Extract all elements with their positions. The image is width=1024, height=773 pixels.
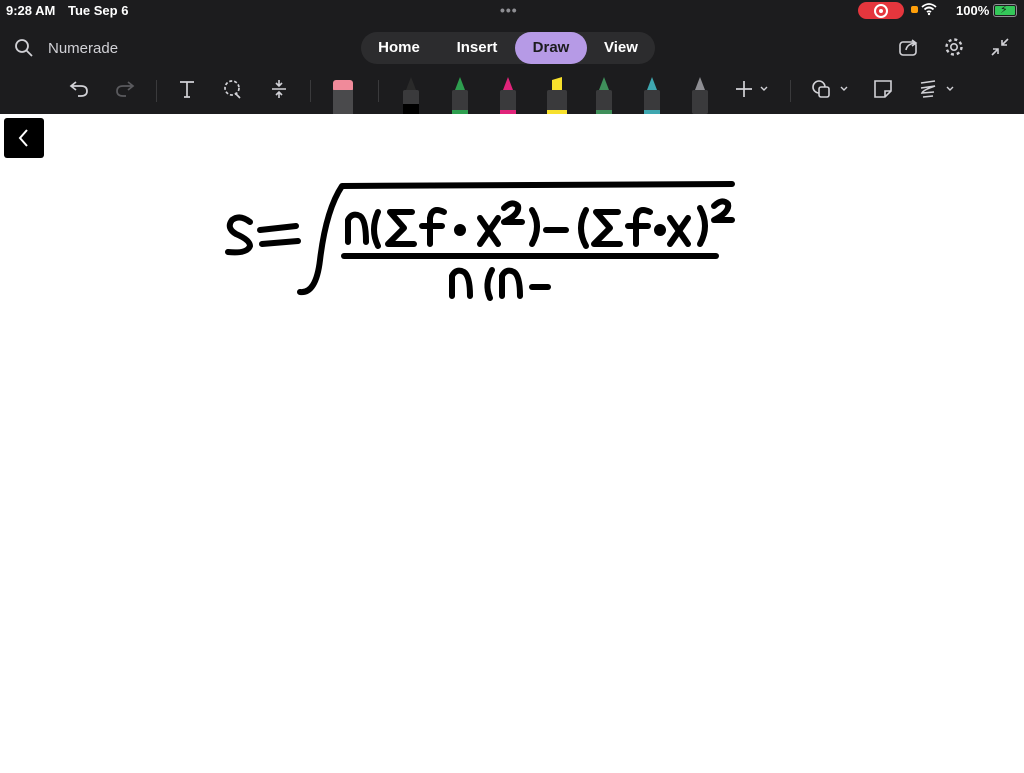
redo-icon[interactable] xyxy=(114,78,136,105)
add-pen-icon[interactable] xyxy=(734,78,770,105)
tab-home[interactable]: Home xyxy=(363,32,435,64)
teal-pen-icon[interactable] xyxy=(641,76,663,119)
ink-paren-open xyxy=(371,209,381,249)
ink-f xyxy=(419,207,447,247)
ink-to-text-icon[interactable] xyxy=(918,78,958,105)
handwritten-formula xyxy=(225,181,735,301)
grey-pen-icon[interactable] xyxy=(689,76,711,119)
ribbon-header: Numerade Home Insert Draw View xyxy=(0,30,1024,66)
status-date: Tue Sep 6 xyxy=(68,3,129,18)
drawing-canvas[interactable] xyxy=(0,114,1024,768)
battery-percent: 100% xyxy=(956,3,990,18)
magenta-pen-icon[interactable] xyxy=(497,76,519,119)
ink-f-2 xyxy=(625,207,653,247)
ink-sigma-2 xyxy=(591,209,623,247)
olive-green-pen-icon[interactable] xyxy=(593,76,615,119)
ink-sigma xyxy=(385,209,417,247)
gear-icon[interactable] xyxy=(943,36,965,63)
ink-equals xyxy=(257,223,301,247)
insert-space-icon[interactable] xyxy=(268,78,290,105)
ink-n xyxy=(345,211,369,245)
notebook-title[interactable]: Numerade xyxy=(48,40,118,57)
yellow-highlighter-icon[interactable] xyxy=(544,76,570,119)
black-pen-icon[interactable] xyxy=(400,76,422,119)
ink-denominator-n xyxy=(449,267,473,299)
lasso-icon[interactable] xyxy=(221,78,243,105)
wifi-icon xyxy=(921,2,937,19)
ink-dot xyxy=(454,224,466,236)
eraser-icon[interactable] xyxy=(332,78,354,119)
text-tool-icon[interactable] xyxy=(176,78,198,105)
ribbon-tabs: Home Insert Draw View xyxy=(361,32,655,64)
ink-denominator-paren xyxy=(484,267,495,301)
search-icon[interactable] xyxy=(14,38,34,63)
undo-icon[interactable] xyxy=(68,78,90,105)
mic-indicator xyxy=(911,6,918,13)
ink-x xyxy=(477,215,501,247)
ink-paren-close xyxy=(529,207,540,247)
ink-superscript-2-b xyxy=(711,198,735,223)
tab-draw[interactable]: Draw xyxy=(515,32,587,64)
battery-icon: ⚡ xyxy=(993,4,1017,17)
collapse-icon[interactable] xyxy=(989,36,1011,63)
green-pen-icon[interactable] xyxy=(449,76,471,119)
ink-superscript-2 xyxy=(501,200,525,225)
ink-paren-close-2 xyxy=(697,205,708,247)
tab-insert[interactable]: Insert xyxy=(441,32,513,64)
ink-letter-s xyxy=(225,214,253,256)
tab-view[interactable]: View xyxy=(585,32,657,64)
status-time: 9:28 AM xyxy=(6,3,56,18)
screen-recording-indicator[interactable] xyxy=(858,2,904,19)
sticky-note-icon[interactable] xyxy=(872,78,894,105)
ink-x-2 xyxy=(667,215,691,247)
shapes-icon[interactable] xyxy=(810,78,850,105)
multitasking-dots[interactable]: ••• xyxy=(500,2,518,18)
ink-paren-open-2 xyxy=(578,207,589,249)
share-icon[interactable] xyxy=(898,36,920,63)
ink-dot-2 xyxy=(654,224,666,236)
status-bar: 9:28 AM Tue Sep 6 ••• 100% ⚡ xyxy=(0,0,1024,22)
ink-denominator-n-2 xyxy=(499,267,523,299)
draw-toolbar xyxy=(0,72,1024,114)
top-toolbar: 9:28 AM Tue Sep 6 ••• 100% ⚡ Numerade Ho… xyxy=(0,0,1024,114)
